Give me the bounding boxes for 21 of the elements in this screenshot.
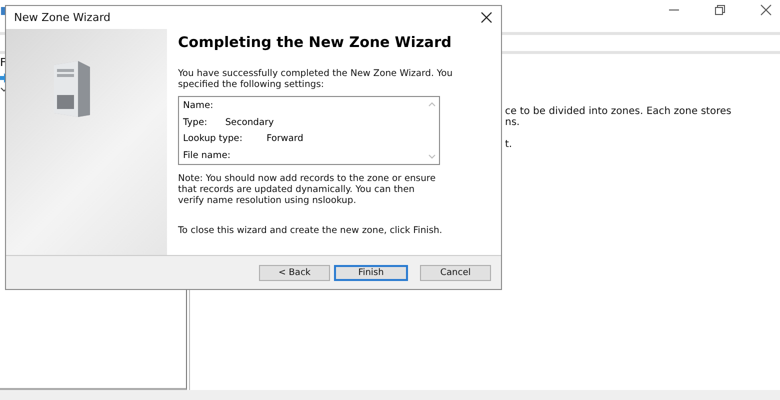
description-text: ce to be divided into zones. Each zone stores xyxy=(505,106,732,117)
setting-label: File name: xyxy=(183,150,230,160)
wizard-button[interactable]: Cancel xyxy=(420,264,491,280)
dialog-title: New Zone Wizard xyxy=(14,11,111,24)
intro-text: You have successfully completed the New Zone Wizard. You specified the following settings: xyxy=(178,68,454,90)
setting-label: Lookup type: xyxy=(183,133,242,144)
wizard-button[interactable]: Finish xyxy=(334,264,408,280)
description-text: t. xyxy=(505,139,514,150)
closing-text: To close this wizard and create the new zone, click Finish. xyxy=(178,225,444,236)
setting-value: Secondary xyxy=(225,116,274,128)
setting-value: Forward xyxy=(266,133,304,144)
description-text: ns. xyxy=(505,117,521,128)
note-text: Note: You should now add records to the zone or ensure that records are updated dynamically. You can then verify name resolution using nslookup. xyxy=(178,173,437,206)
server-drawing xyxy=(52,59,92,119)
setting-label: Type: xyxy=(183,116,208,128)
close-icon[interactable] xyxy=(481,12,492,23)
restore-icon[interactable] xyxy=(714,4,726,16)
wizard-heading: Completing the New Zone Wizard xyxy=(178,35,452,51)
setting-label: Name: xyxy=(183,100,214,111)
close-icon[interactable] xyxy=(760,4,772,16)
wizard-button[interactable]: < Back xyxy=(259,264,330,280)
